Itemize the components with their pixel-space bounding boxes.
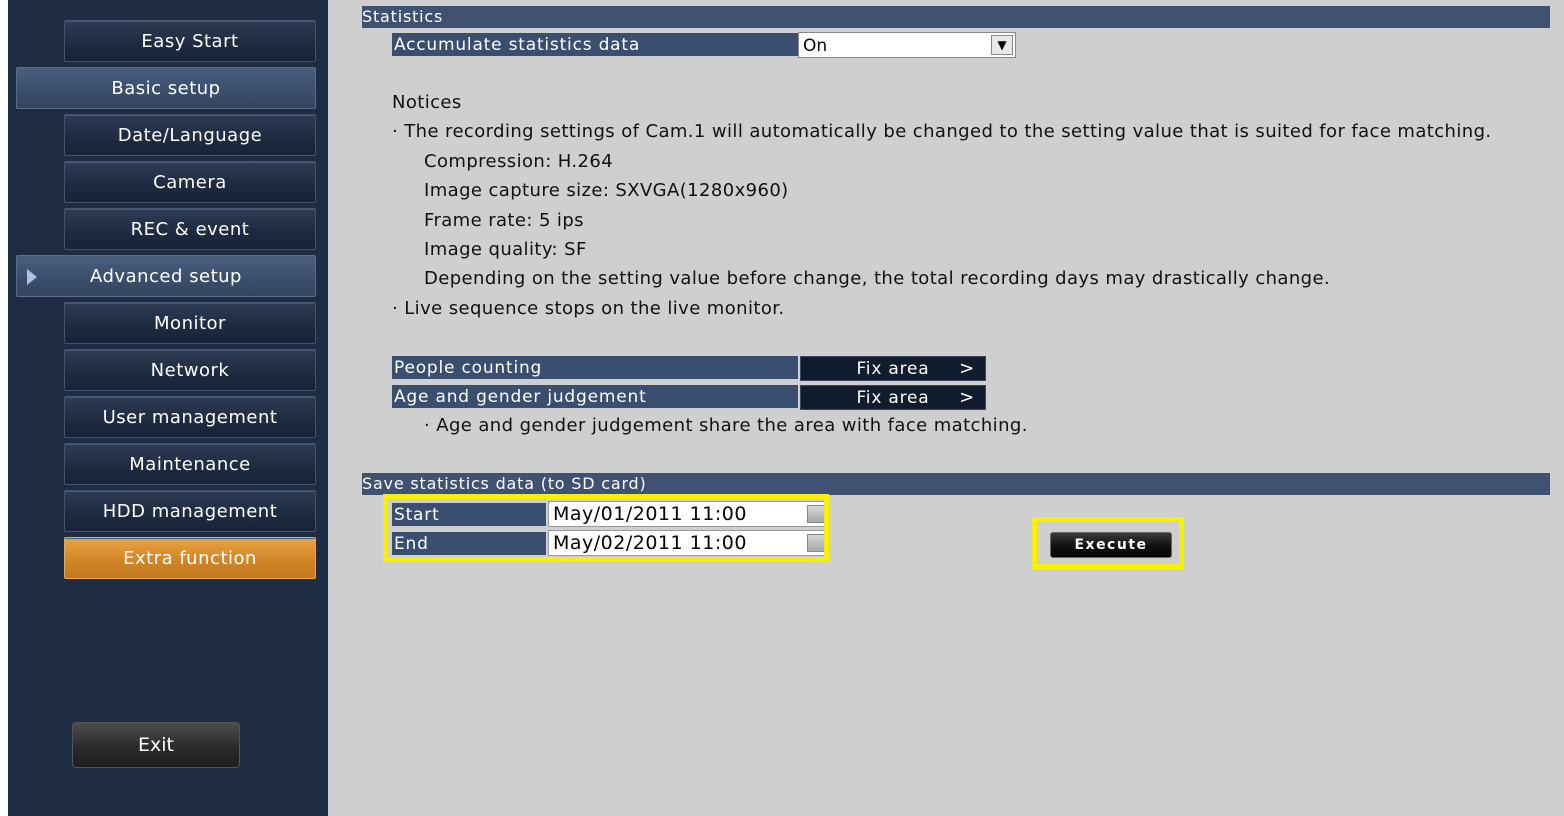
notice-line: · The recording settings of Cam.1 will a… (392, 121, 1492, 142)
accumulate-statistics-select[interactable]: On ▼ (798, 32, 1016, 58)
notice-line: Frame rate: 5 ips (424, 210, 584, 231)
sidebar-item-label: HDD management (102, 500, 278, 522)
chevron-down-icon[interactable]: ▼ (991, 35, 1013, 55)
sidebar-category-basic-setup[interactable]: Basic setup (16, 67, 316, 109)
people-counting-fix-area-button[interactable]: Fix area > (800, 356, 986, 381)
sidebar-item-label: Easy Start (141, 30, 239, 52)
start-label: Start (392, 503, 546, 527)
sidebar-item-camera[interactable]: Camera (64, 161, 316, 203)
sidebar-item-label: Advanced setup (90, 265, 242, 287)
age-gender-note: · Age and gender judgement share the are… (424, 415, 1028, 436)
sidebar-item-extra-function[interactable]: Extra function (64, 537, 316, 579)
fix-area-label: Fix area (856, 387, 930, 408)
execute-button[interactable]: Execute (1050, 532, 1172, 558)
end-label: End (392, 532, 546, 556)
chevron-right-icon: > (959, 358, 975, 379)
calendar-icon[interactable] (807, 505, 825, 523)
main-panel: Statistics Accumulate statistics data On… (328, 0, 1564, 816)
people-counting-label: People counting (392, 356, 798, 380)
sidebar-item-label: Basic setup (111, 77, 221, 99)
sidebar-item-label: Date/Language (117, 124, 263, 146)
notice-line: · Live sequence stops on the live monito… (392, 298, 785, 319)
notice-line: Depending on the setting value before ch… (424, 268, 1331, 289)
notice-line: Image capture size: SXVGA(1280x960) (424, 180, 789, 201)
age-gender-label: Age and gender judgement (392, 385, 798, 409)
end-datetime-field[interactable]: May/02/2011 11:00 (548, 530, 828, 556)
start-datetime-field[interactable]: May/01/2011 11:00 (548, 501, 828, 527)
sidebar-item-label: Monitor (154, 312, 226, 334)
chevron-right-icon: > (959, 387, 975, 408)
sidebar-item-network[interactable]: Network (64, 349, 316, 391)
sidebar-item-label: Maintenance (129, 453, 251, 475)
sidebar-category-advanced-setup[interactable]: Advanced setup (16, 255, 316, 297)
exit-button-label: Exit (138, 734, 174, 756)
sidebar-item-label: Extra function (123, 547, 257, 569)
notice-line: Image quality: SF (424, 239, 587, 260)
notices-title: Notices (392, 92, 462, 113)
sidebar-item-label: REC & event (130, 218, 250, 240)
sidebar-item-label: Camera (153, 171, 227, 193)
execute-button-label: Execute (1074, 537, 1148, 553)
sidebar-item-maintenance[interactable]: Maintenance (64, 443, 316, 485)
exit-button[interactable]: Exit (72, 722, 240, 768)
start-datetime-value: May/01/2011 11:00 (553, 503, 747, 525)
expanded-arrow-icon (27, 269, 37, 285)
fix-area-label: Fix area (856, 358, 930, 379)
sidebar-item-rec-event[interactable]: REC & event (64, 208, 316, 250)
end-datetime-value: May/02/2011 11:00 (553, 532, 747, 554)
sidebar-item-monitor[interactable]: Monitor (64, 302, 316, 344)
statistics-header: Statistics (362, 6, 1550, 28)
sidebar-item-user-management[interactable]: User management (64, 396, 316, 438)
sidebar: Easy Start Basic setup Date/Language Cam… (8, 0, 328, 816)
sidebar-item-label: Network (150, 359, 230, 381)
save-statistics-header: Save statistics data (to SD card) (362, 473, 1550, 495)
sidebar-item-easy-start[interactable]: Easy Start (64, 20, 316, 62)
sidebar-item-label: User management (102, 406, 278, 428)
notice-line: Compression: H.264 (424, 151, 614, 172)
calendar-icon[interactable] (807, 534, 825, 552)
accumulate-statistics-value: On (803, 36, 828, 56)
age-gender-fix-area-button[interactable]: Fix area > (800, 385, 986, 410)
sidebar-item-hdd-management[interactable]: HDD management (64, 490, 316, 532)
accumulate-statistics-label: Accumulate statistics data (392, 33, 798, 57)
sidebar-item-date-language[interactable]: Date/Language (64, 114, 316, 156)
